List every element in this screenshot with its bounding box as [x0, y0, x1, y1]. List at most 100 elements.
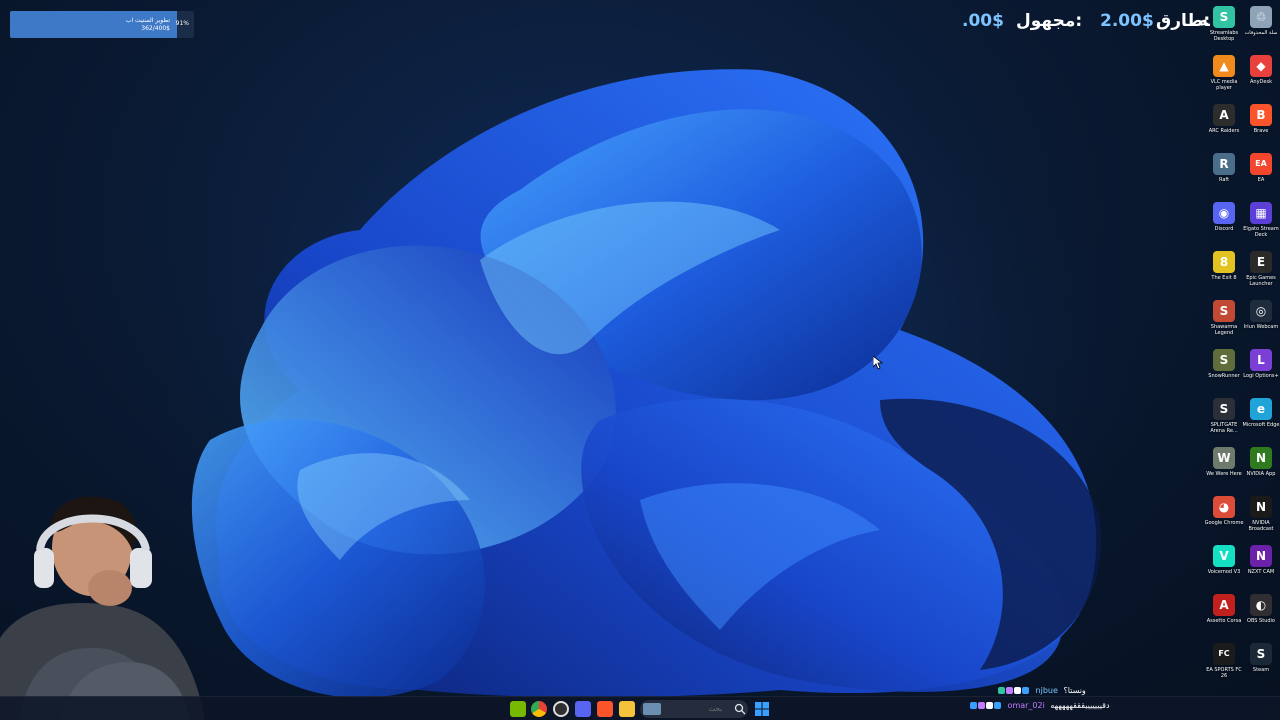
- desktop-icon[interactable]: V Voicemod V3: [1204, 543, 1244, 591]
- desktop-icon-label: EA: [1257, 177, 1265, 183]
- recycle-bin-icon: ♲: [1250, 6, 1272, 28]
- desktop-icon[interactable]: N NZXT CAM: [1241, 543, 1280, 591]
- desktop-icon[interactable]: EA EA: [1241, 151, 1280, 199]
- desktop-icon[interactable]: S Shawarma Legend: [1204, 298, 1244, 346]
- ea-fc-icon: FC: [1213, 643, 1235, 665]
- desktop-icon[interactable]: ◕ Google Chrome: [1204, 494, 1244, 542]
- chat-badge-icon: [994, 702, 1001, 709]
- desktop-icon-label: Streamlabs Desktop: [1209, 30, 1239, 42]
- desktop-icon-label: VLC media player: [1210, 79, 1238, 91]
- desktop-icon[interactable]: L Logi Options+: [1241, 347, 1280, 395]
- desktop-icon-label: We Were Here: [1206, 471, 1242, 477]
- desktop-icon[interactable]: S Streamlabs Desktop: [1204, 4, 1244, 52]
- discord-icon: ◉: [1213, 202, 1235, 224]
- desktop-icon-label: Brave: [1253, 128, 1269, 134]
- desktop-icon[interactable]: W We Were Here: [1204, 445, 1244, 493]
- discord-icon[interactable]: [575, 701, 591, 717]
- desktop-icon-label: سلة المحذوفات: [1244, 30, 1278, 36]
- brave-icon[interactable]: [597, 701, 613, 717]
- desktop-icon-label: AnyDesk: [1250, 79, 1272, 85]
- desktop-icon-label: OBS Studio: [1247, 618, 1275, 624]
- desktop-icon[interactable]: S SnowRunner: [1204, 347, 1244, 395]
- desktop-icon-label: NVIDIA App: [1246, 471, 1276, 477]
- desktop-icon[interactable]: 8 The Exit 8: [1204, 249, 1244, 297]
- assetto-corsa-icon: A: [1213, 594, 1235, 616]
- chat-username: omar_02i: [1007, 701, 1045, 710]
- ea-icon: EA: [1250, 153, 1272, 175]
- desktop-icon[interactable]: ◎ Iriun Webcam: [1241, 298, 1280, 346]
- donation-ticker: .00$ مجهول: 2.00$ طارق: جاريه: [960, 10, 1210, 34]
- desktop-icon-label: Shawarma Legend: [1210, 324, 1238, 336]
- desktop-icon-label: SnowRunner: [1208, 373, 1240, 379]
- desktop-icon[interactable]: N NVIDIA Broadcast: [1241, 494, 1280, 542]
- nvidia-app-icon: N: [1250, 447, 1272, 469]
- logi-options-icon: L: [1250, 349, 1272, 371]
- chat-badge-icon: [998, 687, 1005, 694]
- search-input[interactable]: [660, 702, 722, 716]
- windows-start-icon[interactable]: [754, 701, 770, 717]
- desktop-icon[interactable]: S SPLITGATE Arena Re...: [1204, 396, 1244, 444]
- desktop-icon[interactable]: ▦ Elgato Stream Deck: [1241, 200, 1280, 248]
- file-explorer-icon[interactable]: [619, 701, 635, 717]
- desktop-icon-label: NVIDIA Broadcast: [1248, 520, 1274, 532]
- taskbar-search[interactable]: [640, 700, 748, 718]
- desktop-icon[interactable]: ◉ Discord: [1204, 200, 1244, 248]
- desktop-icon-label: NZXT CAM: [1247, 569, 1275, 575]
- obs-icon[interactable]: [553, 701, 569, 717]
- raft-icon: R: [1213, 153, 1235, 175]
- desktop-icon-label: Epic Games Launcher: [1246, 275, 1276, 287]
- arc-raiders-icon: A: [1213, 104, 1235, 126]
- chat-badge-icon: [1014, 687, 1021, 694]
- splitgate-icon: S: [1213, 398, 1235, 420]
- chat-text: دقيييييييقققهههههه: [1050, 701, 1110, 710]
- streamlabs-icon: S: [1213, 6, 1235, 28]
- obs-icon: ◐: [1250, 594, 1272, 616]
- vlc-icon: ▲: [1213, 55, 1235, 77]
- desktop-icon[interactable]: ♲ سلة المحذوفات: [1241, 4, 1280, 52]
- nzxt-cam-icon: N: [1250, 545, 1272, 567]
- desktop-icon-label: EA SPORTS FC 26: [1206, 667, 1242, 679]
- voicemod-icon: V: [1213, 545, 1235, 567]
- nvidia-broadcast-icon: N: [1250, 496, 1272, 518]
- stream-deck-icon: ▦: [1250, 202, 1272, 224]
- epic-games-icon: E: [1250, 251, 1272, 273]
- goal-title: تطوير الستيت اب: [125, 17, 170, 24]
- snowrunner-icon: S: [1213, 349, 1235, 371]
- goal-amount: 362/400$: [141, 25, 170, 32]
- donation-goal-bar: تطوير الستيت اب 362/400$ 91%: [10, 11, 194, 38]
- desktop-icon-label: Elgato Stream Deck: [1243, 226, 1279, 238]
- desktop-icon-label: ARC Raiders: [1208, 128, 1240, 134]
- desktop-icon[interactable]: ◐ OBS Studio: [1241, 592, 1280, 640]
- desktop-icon-label: Google Chrome: [1204, 520, 1244, 526]
- ticker-amount: .00$: [962, 11, 1004, 31]
- desktop-icon[interactable]: ◆ AnyDesk: [1241, 53, 1280, 101]
- desktop-icon[interactable]: e Microsoft Edge: [1241, 396, 1280, 444]
- search-icon: [734, 703, 746, 715]
- desktop-icon[interactable]: A ARC Raiders: [1204, 102, 1244, 150]
- ticker-amount: 2.00$: [1100, 11, 1154, 31]
- chat-text: ونستا؟: [1063, 686, 1086, 695]
- desktop-icon[interactable]: S Steam: [1241, 641, 1280, 689]
- chrome-icon: ◕: [1213, 496, 1235, 518]
- we-were-here-icon: W: [1213, 447, 1235, 469]
- chat-badge-icon: [1006, 687, 1013, 694]
- exit-8-icon: 8: [1213, 251, 1235, 273]
- desktop-icon[interactable]: FC EA SPORTS FC 26: [1204, 641, 1244, 689]
- desktop-icon-label: Iriun Webcam: [1243, 324, 1279, 330]
- desktop-icon[interactable]: B Brave: [1241, 102, 1280, 150]
- desktop-icon[interactable]: R Raft: [1204, 151, 1244, 199]
- desktop-icon[interactable]: E Epic Games Launcher: [1241, 249, 1280, 297]
- chat-badge-icon: [1022, 687, 1029, 694]
- nvidia-icon[interactable]: [510, 701, 526, 717]
- desktop-icon[interactable]: ▲ VLC media player: [1204, 53, 1244, 101]
- chrome-icon[interactable]: [531, 701, 547, 717]
- desktop-icon[interactable]: A Assetto Corsa: [1204, 592, 1244, 640]
- webcam-overlay: [0, 496, 205, 720]
- desktop-icon-label: Logi Options+: [1243, 373, 1279, 379]
- edge-icon: e: [1250, 398, 1272, 420]
- desktop-icon[interactable]: N NVIDIA App: [1241, 445, 1280, 493]
- desktop-icon-label: Steam: [1252, 667, 1270, 673]
- chat-username: njbue: [1035, 686, 1058, 695]
- search-highlight-icon: [643, 703, 661, 715]
- chat-badge-icon: [978, 702, 985, 709]
